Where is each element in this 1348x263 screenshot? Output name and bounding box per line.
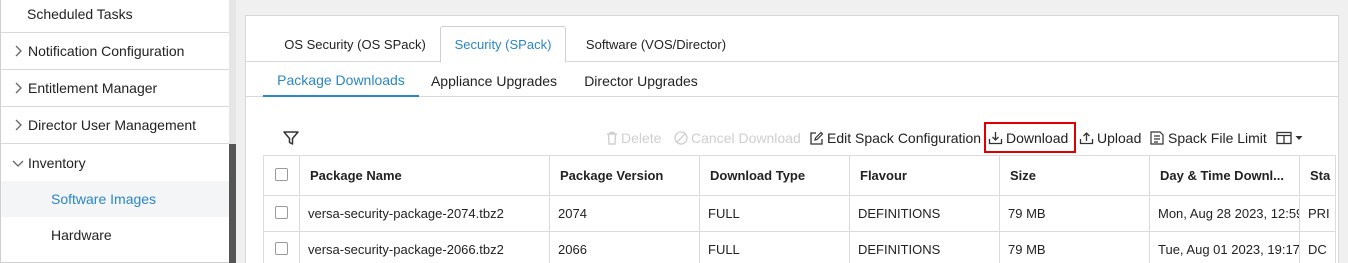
cell-package-name: versa-security-package-2074.tbz2 — [299, 195, 550, 232]
row-select-cell — [263, 231, 300, 263]
trash-icon — [607, 131, 617, 145]
chevron-right-icon — [11, 119, 25, 131]
column-chooser-button[interactable] — [1276, 128, 1306, 148]
sidebar-item-scheduled-tasks[interactable]: Scheduled Tasks — [1, 0, 229, 33]
row-checkbox[interactable] — [275, 205, 288, 219]
secondary-tabs: Package Downloads Appliance Upgrades Dir… — [246, 64, 1338, 97]
tab-label: Security (SPack) — [454, 37, 552, 52]
caret-down-icon — [1295, 136, 1303, 140]
tab-os-security[interactable]: OS Security (OS SPack) — [280, 26, 430, 63]
sidebar-item-label: Entitlement Manager — [28, 80, 158, 96]
sidebar-item-director-user-management[interactable]: Director User Management — [1, 107, 229, 144]
edit-spack-configuration-button[interactable]: Edit Spack Configuration — [809, 128, 981, 148]
cancel-icon — [674, 131, 688, 145]
cell-download-type: FULL — [699, 231, 850, 263]
spack-file-limit-label: Spack File Limit — [1168, 130, 1267, 146]
edit-spack-label: Edit Spack Configuration — [827, 130, 982, 146]
sidebar-item-entitlement-manager[interactable]: Entitlement Manager — [1, 70, 229, 107]
column-header-download-type[interactable]: Download Type — [699, 155, 850, 196]
content-panel: OS Security (OS SPack) Security (SPack) … — [245, 15, 1339, 263]
file-limit-icon — [1150, 131, 1164, 145]
sidebar-subitem-label: Software Images — [51, 191, 157, 207]
download-highlight-box — [984, 122, 1076, 153]
cell-flavour: DEFINITIONS — [849, 231, 1000, 263]
sidebar-item-label: Notification Configuration — [28, 43, 185, 59]
tab-security-spack[interactable]: Security (SPack) — [440, 26, 566, 63]
cell-download-type: FULL — [699, 195, 850, 232]
sidebar-subitem-software-images[interactable]: Software Images — [1, 181, 229, 217]
toolbar: Delete Cancel Download Edit Spack Config… — [246, 122, 1338, 154]
tab-software-vos-director[interactable]: Software (VOS/Director) — [576, 26, 736, 63]
delete-button[interactable]: Delete — [606, 128, 661, 148]
tab-label: Package Downloads — [277, 71, 405, 88]
row-select-cell — [263, 195, 300, 232]
cell-status: PRI — [1299, 195, 1336, 232]
upload-label: Upload — [1097, 130, 1142, 146]
primary-tabs: OS Security (OS SPack) Security (SPack) … — [246, 16, 1338, 63]
column-header-flavour[interactable]: Flavour — [849, 155, 1000, 196]
cell-package-version: 2066 — [549, 231, 700, 263]
chevron-right-icon — [11, 45, 25, 57]
table-row[interactable]: versa-security-package-2074.tbz2 2074 FU… — [263, 195, 1336, 232]
tab-appliance-upgrades[interactable]: Appliance Upgrades — [426, 64, 562, 97]
cell-size: 79 MB — [999, 231, 1150, 263]
cell-flavour: DEFINITIONS — [849, 195, 1000, 232]
column-header-package-name[interactable]: Package Name — [299, 155, 550, 196]
select-all-checkbox[interactable] — [275, 167, 288, 181]
cell-day-time: Mon, Aug 28 2023, 12:59 — [1149, 195, 1300, 232]
sidebar-subitem-label: Hardware — [51, 227, 112, 243]
table-row[interactable]: versa-security-package-2066.tbz2 2066 FU… — [263, 231, 1336, 263]
scrollbar-thumb[interactable] — [229, 144, 236, 263]
cancel-download-label: Cancel Download — [691, 130, 801, 146]
packages-table: Package Name Package Version Download Ty… — [263, 155, 1336, 263]
sidebar-subitem-hardware[interactable]: Hardware — [1, 217, 229, 253]
cell-size: 79 MB — [999, 195, 1150, 232]
edit-icon — [810, 131, 824, 145]
spack-file-limit-button[interactable]: Spack File Limit — [1149, 128, 1267, 148]
column-header-size[interactable]: Size — [999, 155, 1150, 196]
column-header-status[interactable]: Sta — [1299, 155, 1336, 196]
table-header-row: Package Name Package Version Download Ty… — [263, 155, 1336, 196]
sidebar-item-notification-configuration[interactable]: Notification Configuration — [1, 33, 229, 70]
select-all-cell — [263, 155, 300, 196]
filter-icon[interactable] — [282, 129, 302, 149]
row-checkbox[interactable] — [275, 241, 288, 255]
upload-button[interactable]: Upload — [1079, 128, 1141, 148]
chevron-right-icon — [11, 82, 25, 94]
chevron-down-icon — [11, 159, 25, 167]
sidebar-item-label: Director User Management — [28, 117, 197, 133]
cell-day-time: Tue, Aug 01 2023, 19:17 — [1149, 231, 1300, 263]
cell-status: DC — [1299, 231, 1336, 263]
column-header-day-time[interactable]: Day & Time Downl... — [1149, 155, 1300, 196]
cell-package-name: versa-security-package-2066.tbz2 — [299, 231, 550, 263]
sidebar-item-label: Scheduled Tasks — [27, 6, 133, 22]
tab-label: OS Security (OS SPack) — [284, 37, 426, 52]
sidebar-item-inventory[interactable]: Inventory — [1, 144, 229, 181]
tab-label: Appliance Upgrades — [430, 72, 558, 89]
cell-package-version: 2074 — [549, 195, 700, 232]
tab-label: Software (VOS/Director) — [585, 37, 727, 52]
column-header-package-version[interactable]: Package Version — [549, 155, 700, 196]
upload-icon — [1079, 132, 1094, 145]
tab-director-upgrades[interactable]: Director Upgrades — [578, 64, 704, 97]
tab-label: Director Upgrades — [584, 72, 698, 89]
sidebar: Scheduled Tasks Notification Configurati… — [1, 0, 229, 262]
tab-package-downloads[interactable]: Package Downloads — [263, 64, 419, 97]
sidebar-item-label: Inventory — [28, 154, 86, 171]
columns-icon — [1276, 131, 1292, 145]
delete-label: Delete — [621, 130, 662, 146]
cancel-download-button[interactable]: Cancel Download — [674, 128, 801, 148]
sidebar-scrollbar[interactable] — [229, 0, 236, 263]
